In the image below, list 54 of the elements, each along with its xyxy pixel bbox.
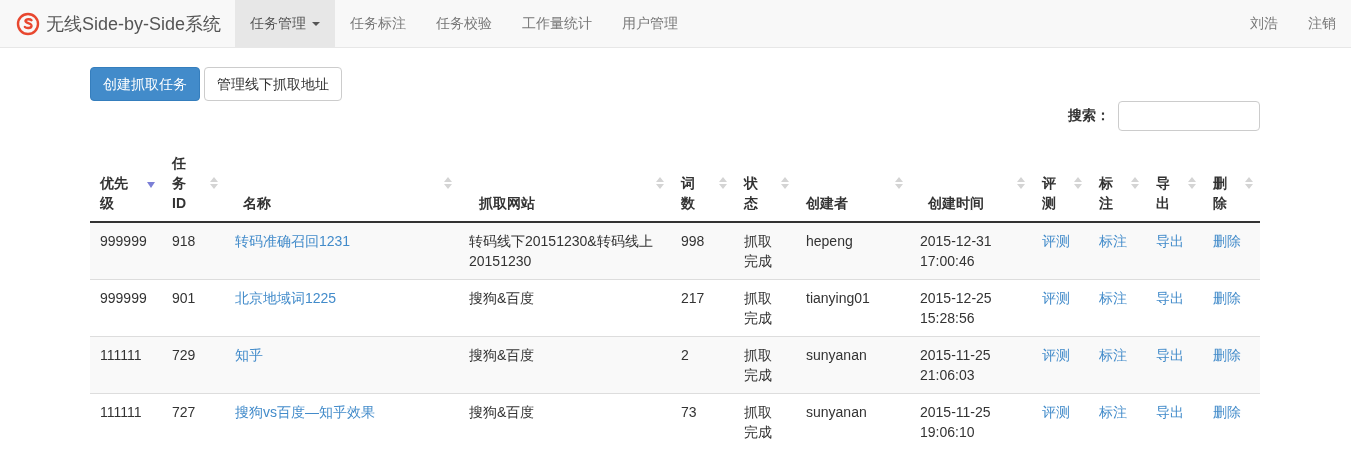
table-cell: 998 xyxy=(671,222,734,280)
task-name-link[interactable]: 知乎 xyxy=(235,347,263,363)
search-field[interactable] xyxy=(1118,101,1260,131)
nav-link[interactable]: 任务校验 xyxy=(421,0,508,47)
nav-link[interactable]: 任务管理 xyxy=(235,0,336,47)
table-cell: 搜狗&百度 xyxy=(459,393,671,450)
action-link[interactable]: 导出 xyxy=(1156,404,1184,420)
table-cell: 抓取完成 xyxy=(734,336,796,394)
action-link[interactable]: 标注 xyxy=(1099,233,1127,249)
task-name-link[interactable]: 转码准确召回1231 xyxy=(235,233,351,249)
table-cell: sunyanan xyxy=(796,336,910,394)
action-link[interactable]: 评测 xyxy=(1042,404,1070,420)
task-name-link[interactable]: 搜狗vs百度—知乎效果 xyxy=(235,404,375,420)
table-cell: sunyanan xyxy=(796,393,910,450)
table-cell: 搜狗&百度 xyxy=(459,336,671,394)
action-link[interactable]: 导出 xyxy=(1156,290,1184,306)
action-link[interactable]: 评测 xyxy=(1042,290,1070,306)
action-link[interactable]: 删除 xyxy=(1213,233,1241,249)
table-cell: 729 xyxy=(162,336,225,394)
action-link[interactable]: 删除 xyxy=(1213,290,1241,306)
logo-icon xyxy=(16,11,40,36)
table-cell: 918 xyxy=(162,222,225,280)
action-link[interactable]: 导出 xyxy=(1156,347,1184,363)
table-cell: 2 xyxy=(671,336,734,394)
search-label: 搜索： xyxy=(1068,107,1110,125)
table-cell: 抓取完成 xyxy=(734,393,796,450)
table-cell: 999999 xyxy=(90,222,162,280)
action-link[interactable]: 导出 xyxy=(1156,233,1184,249)
table-cell: 111111 xyxy=(90,393,162,450)
nav-link[interactable]: 任务标注 xyxy=(335,0,422,47)
action-link[interactable]: 标注 xyxy=(1099,404,1127,420)
table-cell: 73 xyxy=(671,393,734,450)
table-cell: 2015-12-31 17:00:46 xyxy=(910,222,1032,280)
action-link[interactable]: 删除 xyxy=(1213,347,1241,363)
table-cell: 111111 xyxy=(90,336,162,394)
create-task-button[interactable]: 创建抓取任务 xyxy=(90,67,200,101)
table-cell: 抓取完成 xyxy=(734,222,796,280)
table-cell: 2015-11-25 21:06:03 xyxy=(910,336,1032,394)
table-cell: 727 xyxy=(162,393,225,450)
action-link[interactable]: 删除 xyxy=(1213,404,1241,420)
table-cell: 2015-11-25 19:06:10 xyxy=(910,393,1032,450)
manage-address-button[interactable]: 管理线下抓取地址 xyxy=(204,67,342,101)
table-cell: hepeng xyxy=(796,222,910,280)
nav-link[interactable]: 注销 xyxy=(1293,0,1351,47)
task-name-link[interactable]: 北京地域词1225 xyxy=(235,290,337,306)
nav-link[interactable]: 刘浩 xyxy=(1235,0,1293,47)
table-cell: 转码线下20151230&转码线上20151230 xyxy=(459,222,671,280)
nav-link[interactable]: 工作量统计 xyxy=(507,0,608,47)
action-link[interactable]: 标注 xyxy=(1099,347,1127,363)
brand-title: 无线Side-by-Side系统 xyxy=(46,12,222,36)
action-link[interactable]: 标注 xyxy=(1099,290,1127,306)
nav-link[interactable]: 用户管理 xyxy=(607,0,694,47)
action-link[interactable]: 评测 xyxy=(1042,347,1070,363)
action-link[interactable]: 评测 xyxy=(1042,233,1070,249)
